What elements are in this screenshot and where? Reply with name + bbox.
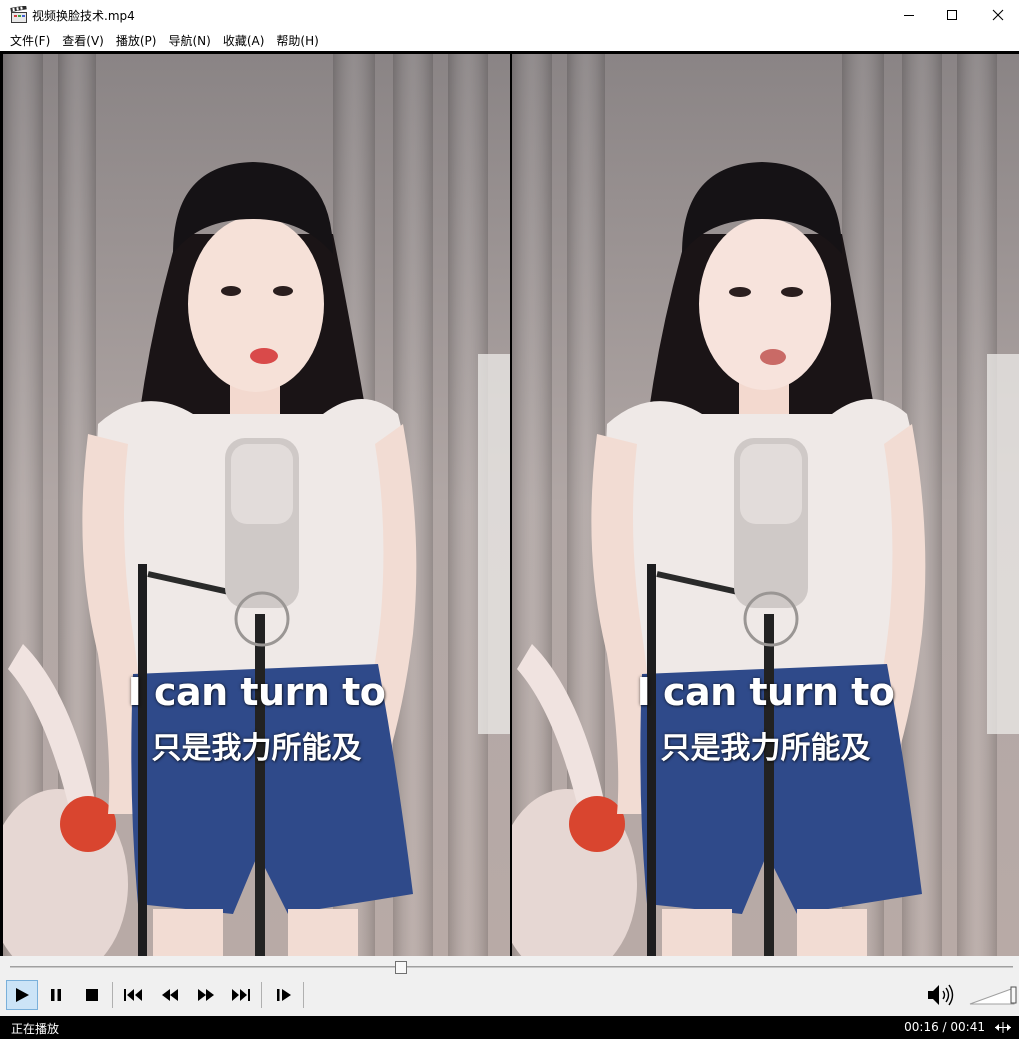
playback-controls [0,978,1019,1016]
seek-bar[interactable] [0,956,1019,978]
menu-view[interactable]: 查看(V) [56,31,110,51]
menu-play[interactable]: 播放(P) [110,31,163,51]
frame-step-icon [277,989,291,1001]
speaker-icon [928,984,954,1006]
status-bar: 正在播放 00:16 / 00:41 [0,1016,1019,1039]
pause-button[interactable] [40,980,72,1010]
video-scene-image [3,54,510,956]
skip-previous-icon [124,989,142,1001]
volume-level-graphic [969,986,1017,1005]
rewind-icon [162,989,178,1001]
play-button[interactable] [6,980,38,1010]
divider [261,982,262,1008]
stop-button[interactable] [76,980,108,1010]
volume-button[interactable] [925,982,957,1008]
previous-button[interactable] [118,980,150,1010]
video-frame-right: I can turn to 只是我力所能及 [512,54,1019,956]
minimize-icon [904,15,914,16]
media-player-clapper-icon [10,5,28,24]
divider [112,982,113,1008]
close-icon [992,9,1004,21]
subtitle-chinese: 只是我力所能及 [660,731,871,766]
menu-file[interactable]: 文件(F) [4,31,56,51]
stop-icon [86,989,98,1001]
title-bar: 视频换脸技术.mp4 [0,0,1019,30]
time-display: 00:16 / 00:41 [904,1020,985,1034]
skip-next-icon [232,989,250,1001]
minimize-button[interactable] [886,0,932,30]
resize-grip-icon[interactable] [993,1020,1013,1035]
menu-bar: 文件(F) 查看(V) 播放(P) 导航(N) 收藏(A) 帮助(H) [0,30,1019,51]
close-button[interactable] [975,0,1019,30]
fast-forward-icon [198,989,214,1001]
video-frame-left: I can turn to 只是我力所能及 [3,54,510,956]
subtitle-english: I can turn to [127,670,386,714]
next-button[interactable] [224,980,256,1010]
maximize-button[interactable] [929,0,975,30]
menu-help[interactable]: 帮助(H) [270,31,324,51]
seek-thumb[interactable] [395,961,408,974]
seek-track[interactable] [10,966,1013,968]
divider [303,982,304,1008]
subtitle-english: I can turn to [636,670,895,714]
playback-status: 正在播放 [11,1022,60,1036]
menu-navigate[interactable]: 导航(N) [162,31,216,51]
menu-favorites[interactable]: 收藏(A) [217,31,271,51]
fast-forward-button[interactable] [190,980,222,1010]
pause-icon [51,989,61,1001]
video-scene-image [512,54,1019,956]
subtitle-chinese: 只是我力所能及 [151,731,362,766]
window-title: 视频换脸技术.mp4 [32,9,135,23]
maximize-icon [947,10,957,20]
volume-slider[interactable] [968,982,1018,1008]
play-icon [16,988,29,1002]
frame-step-button[interactable] [268,980,300,1010]
rewind-button[interactable] [154,980,186,1010]
video-display[interactable]: I can turn to 只是我力所能及 I can turn to 只是我力… [0,51,1019,956]
